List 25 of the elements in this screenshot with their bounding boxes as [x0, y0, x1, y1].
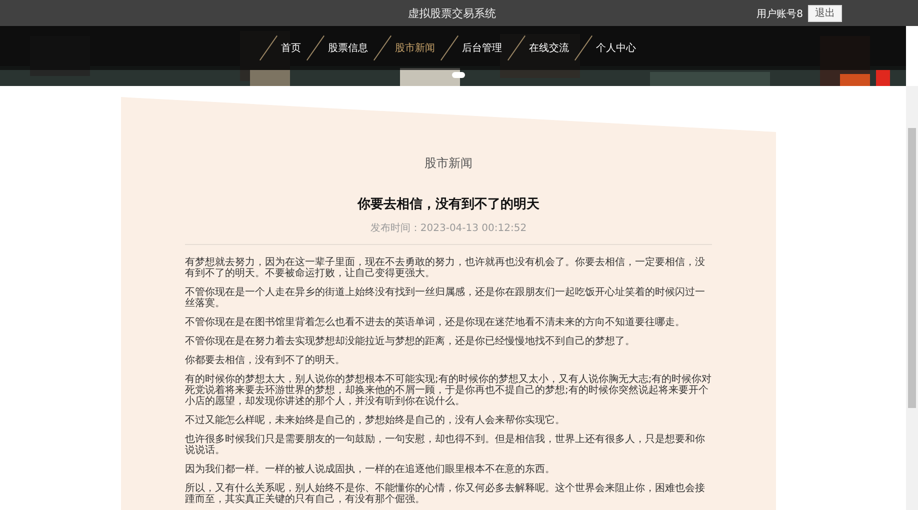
- article-paragraph: 因为我们都一样。一样的被人说成固执，一样的在追逐他们眼里根本不在意的东西。: [185, 464, 556, 475]
- nav-item[interactable]: 首页: [281, 41, 301, 55]
- article-paragraph: 不管你现在是一个人走在异乡的街道上始终没有找到一丝归属感，还是你在跟朋友们一起吃饭开心址笑着的时候闪过一丝落寞。: [185, 287, 706, 309]
- user-account: 用户账号8: [756, 8, 803, 20]
- section-title: 股市新闻: [424, 155, 474, 172]
- nav-item[interactable]: 在线交流: [529, 41, 569, 55]
- article-paragraph: 不管你现在是在图书馆里背着怎么也看不进去的英语单词，还是你现在迷茫地看不清未来的方向不知道要往哪走。: [185, 317, 686, 328]
- article-paragraph: 有的时候你的梦想太大，别人说你的梦想根本不可能实现;有的时候你的梦想又太小，又有人说你胸无大志;有的时候你对死党说着将来要去环游世界的梦想，却换来他的不屑一顾，于是你再也不提自己的梦想;有的时候你突然说起将来要开个小店的愿望，却发现你讲述的那个人，并没有听到你在说什么。: [185, 374, 712, 407]
- article-title: 你要去相信，没有到不了的明天: [356, 196, 540, 213]
- article-paragraph: 不管你现在是在努力着去实现梦想却没能拉近与梦想的距离，还是你已经慢慢地找不到自己的梦想了。: [185, 336, 636, 347]
- nav-item[interactable]: 股票信息: [328, 41, 368, 55]
- article-paragraph: 所以，又有什么关系呢，别人始终不是你、不能懂你的心情，你又何必多去解释呢。这个世界会来阻止你，困难也会接踵而至，其实真正关键的只有自己，有没有那个倔强。: [185, 483, 706, 505]
- article-paragraph: 也许很多时候我们只是需要朋友的一句鼓励，一句安慰，却也得不到。但是相信我，世界上还有很多人，只是想要和你说说话。: [185, 434, 706, 456]
- scrollbar-thumb[interactable]: [908, 128, 916, 408]
- publish-time: 发布时间：2023-04-13 00:12:52: [369, 222, 528, 235]
- site-title: 虚拟股票交易系统: [408, 6, 496, 20]
- article-paragraph: 有梦想就去努力，因为在这一辈子里面，现在不去勇敢的努力，也许就再也没有机会了。你要去相信，一定要相信，没有到不了的明天。不要被命运打败，让自己变得更强大。: [185, 257, 706, 279]
- carousel-indicator[interactable]: [452, 72, 465, 78]
- nav-item[interactable]: 股市新闻: [395, 41, 435, 55]
- logout-button[interactable]: 退出: [808, 5, 842, 22]
- article-paragraph: 不过又能怎么样呢，未来始终是自己的，梦想始终是自己的，没有人会来帮你实现它。: [185, 415, 566, 426]
- nav-item[interactable]: 后台管理: [462, 41, 502, 55]
- nav-item[interactable]: 个人中心: [596, 41, 636, 55]
- scrollbar[interactable]: [906, 86, 918, 510]
- article-paragraph: 你都要去相信，没有到不了的明天。: [185, 355, 346, 366]
